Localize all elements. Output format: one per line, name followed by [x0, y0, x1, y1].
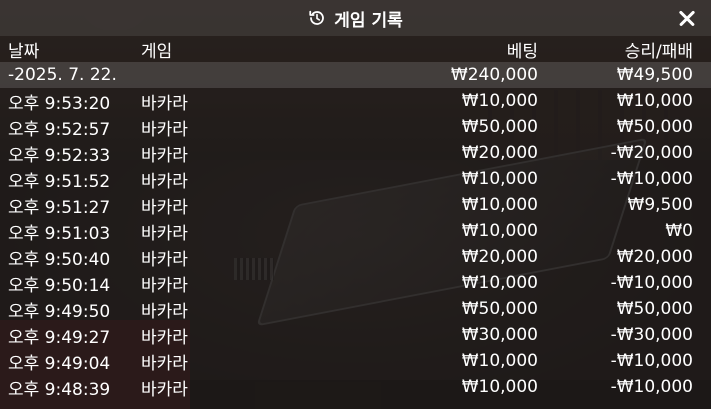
- table-row[interactable]: 오후 9:51:03 바카라 ₩10,000 ₩0: [0, 218, 711, 244]
- modal-title: 게임 기록: [334, 10, 403, 31]
- table-row[interactable]: 오후 9:50:40 바카라 ₩20,000 ₩20,000: [0, 244, 711, 270]
- row-time: 오후 9:50:40: [8, 249, 111, 270]
- table-row[interactable]: 오후 9:51:52 바카라 ₩10,000 -₩10,000: [0, 166, 711, 192]
- table-row[interactable]: 오후 9:49:27 바카라 ₩30,000 -₩30,000: [0, 322, 711, 348]
- row-result: ₩9,500: [627, 195, 693, 215]
- row-time: 오후 9:52:57: [8, 119, 111, 140]
- row-game: 바카라: [141, 249, 188, 270]
- row-bet: ₩10,000: [461, 169, 538, 189]
- row-game: 바카라: [141, 301, 188, 322]
- column-date: 날짜: [8, 41, 40, 62]
- row-time: 오후 9:51:52: [8, 171, 111, 192]
- row-result: ₩50,000: [616, 117, 693, 137]
- table-row[interactable]: 오후 9:52:57 바카라 ₩50,000 ₩50,000: [0, 114, 711, 140]
- row-bet: ₩20,000: [461, 247, 538, 267]
- row-time: 오후 9:53:20: [8, 93, 111, 114]
- table-header: 날짜 게임 베팅 승리/패배: [0, 36, 711, 62]
- summary-result: ₩49,500: [616, 65, 693, 85]
- row-bet: ₩50,000: [461, 299, 538, 319]
- table-row[interactable]: 오후 9:48:39 바카라 ₩10,000 -₩10,000: [0, 374, 711, 400]
- column-game: 게임: [141, 41, 173, 62]
- row-result: -₩10,000: [610, 377, 693, 397]
- row-time: 오후 9:50:14: [8, 275, 111, 296]
- row-result: ₩10,000: [616, 91, 693, 111]
- row-result: -₩10,000: [610, 351, 693, 371]
- table-row[interactable]: 오후 9:50:14 바카라 ₩10,000 -₩10,000: [0, 270, 711, 296]
- table-row[interactable]: 오후 9:52:33 바카라 ₩20,000 -₩20,000: [0, 140, 711, 166]
- row-bet: ₩20,000: [461, 143, 538, 163]
- table-row[interactable]: 오후 9:51:27 바카라 ₩10,000 ₩9,500: [0, 192, 711, 218]
- row-result: -₩10,000: [610, 169, 693, 189]
- table-row[interactable]: 오후 9:49:04 바카라 ₩10,000 -₩10,000: [0, 348, 711, 374]
- row-bet: ₩10,000: [461, 377, 538, 397]
- row-game: 바카라: [141, 171, 188, 192]
- row-result: -₩10,000: [610, 273, 693, 293]
- row-game: 바카라: [141, 353, 188, 374]
- row-bet: ₩10,000: [461, 221, 538, 241]
- table-row[interactable]: 오후 9:53:20 바카라 ₩10,000 ₩10,000: [0, 88, 711, 114]
- row-bet: ₩10,000: [461, 195, 538, 215]
- summary-date: -2025. 7. 22.: [8, 65, 117, 85]
- row-game: 바카라: [141, 93, 188, 114]
- title-wrap: 게임 기록: [308, 6, 403, 31]
- modal-header: 게임 기록: [0, 0, 711, 36]
- row-time: 오후 9:51:27: [8, 197, 111, 218]
- row-result: -₩20,000: [610, 143, 693, 163]
- close-icon[interactable]: [673, 4, 701, 32]
- row-bet: ₩30,000: [461, 325, 538, 345]
- row-time: 오후 9:51:03: [8, 223, 111, 244]
- row-game: 바카라: [141, 327, 188, 348]
- row-game: 바카라: [141, 119, 188, 140]
- row-result: ₩50,000: [616, 299, 693, 319]
- row-time: 오후 9:48:39: [8, 379, 111, 400]
- row-bet: ₩10,000: [461, 91, 538, 111]
- row-result: ₩20,000: [616, 247, 693, 267]
- date-summary-row[interactable]: -2025. 7. 22. ₩240,000 ₩49,500: [0, 62, 711, 88]
- row-game: 바카라: [141, 145, 188, 166]
- history-icon: [309, 10, 325, 25]
- row-time: 오후 9:49:04: [8, 353, 111, 374]
- table-row[interactable]: 오후 9:49:50 바카라 ₩50,000 ₩50,000: [0, 296, 711, 322]
- row-result: ₩0: [665, 221, 693, 241]
- row-bet: ₩50,000: [461, 117, 538, 137]
- summary-bet: ₩240,000: [450, 65, 538, 85]
- column-result: 승리/패배: [624, 41, 693, 62]
- row-time: 오후 9:49:50: [8, 301, 111, 322]
- row-game: 바카라: [141, 275, 188, 296]
- row-game: 바카라: [141, 223, 188, 244]
- column-bet: 베팅: [506, 41, 538, 62]
- row-time: 오후 9:49:27: [8, 327, 111, 348]
- row-time: 오후 9:52:33: [8, 145, 111, 166]
- game-history-modal: 게임 기록 날짜 게임 베팅 승리/패배 -2025. 7. 22. ₩240,…: [0, 0, 711, 409]
- row-game: 바카라: [141, 379, 188, 400]
- row-result: -₩30,000: [610, 325, 693, 345]
- row-bet: ₩10,000: [461, 351, 538, 371]
- row-bet: ₩10,000: [461, 273, 538, 293]
- row-game: 바카라: [141, 197, 188, 218]
